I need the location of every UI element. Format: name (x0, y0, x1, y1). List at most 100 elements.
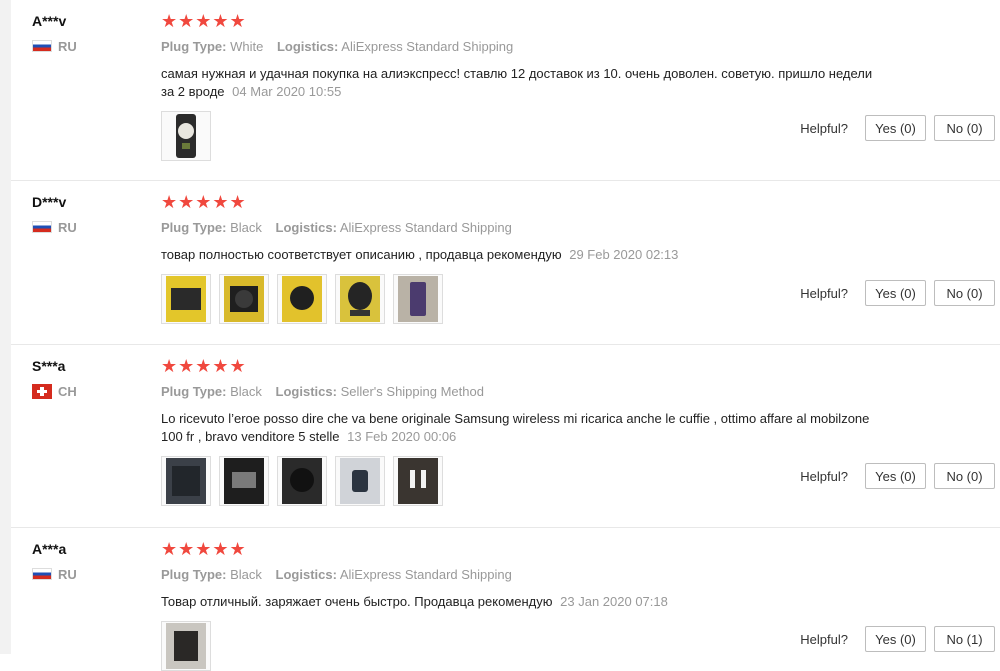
reviewer-country: RU (32, 38, 152, 54)
review-content: ★★★★★ Plug Type: White Logistics: AliExp… (161, 12, 881, 161)
plug-type-label: Plug Type: (161, 384, 227, 399)
country-code: RU (58, 566, 77, 582)
review-text: самая нужная и удачная покупка на алиэкс… (161, 65, 881, 101)
charger-photo-icon (166, 458, 206, 504)
plug-type-label: Plug Type: (161, 39, 227, 54)
no-vote-button[interactable]: No (0) (934, 115, 995, 141)
logistics-label: Logistics: (275, 567, 337, 582)
reviewer-info: S***a CH (32, 357, 152, 399)
review-body: Товар отличный. заряжает очень быстро. П… (161, 594, 553, 609)
yes-vote-button[interactable]: Yes (0) (865, 115, 926, 141)
review-item: D***v RU ★★★★★ Plug Type: Black Logistic… (11, 181, 1000, 345)
country-code: CH (58, 383, 77, 399)
logistics-value: Seller's Shipping Method (340, 384, 484, 399)
helpful-vote: Helpful? Yes (0) No (0) (800, 115, 995, 141)
review-photo-thumbnail[interactable] (393, 456, 443, 506)
helpful-label: Helpful? (800, 631, 848, 647)
phone-photo-icon (398, 276, 438, 322)
reviewer-info: A***v RU (32, 12, 152, 54)
helpful-label: Helpful? (800, 285, 848, 301)
order-attributes: Plug Type: Black Logistics: Seller's Shi… (161, 384, 881, 400)
russia-flag-icon (32, 40, 52, 52)
review-content: ★★★★★ Plug Type: Black Logistics: Seller… (161, 357, 881, 506)
reviewer-name: S***a (32, 358, 66, 374)
review-item: S***a CH ★★★★★ Plug Type: Black Logistic… (11, 345, 1000, 528)
reviewer-country: CH (32, 383, 152, 399)
logistics-label: Logistics: (275, 384, 337, 399)
russia-flag-icon (32, 568, 52, 580)
order-attributes: Plug Type: Black Logistics: AliExpress S… (161, 567, 881, 583)
review-date: 13 Feb 2020 00:06 (347, 429, 457, 444)
left-gutter (0, 0, 11, 654)
plug-type-label: Plug Type: (161, 567, 227, 582)
logistics-value: AliExpress Standard Shipping (341, 39, 514, 54)
charger-photo-icon (282, 458, 322, 504)
review-date: 04 Mar 2020 10:55 (232, 84, 342, 99)
review-photo-thumbnail[interactable] (219, 456, 269, 506)
plug-type-value: White (230, 39, 264, 54)
yes-vote-button[interactable]: Yes (0) (865, 280, 926, 306)
yes-vote-button[interactable]: Yes (0) (865, 463, 926, 489)
yes-vote-button[interactable]: Yes (0) (865, 626, 926, 652)
box-photo-icon (224, 458, 264, 504)
review-photos (161, 274, 881, 324)
review-text: Lo ricevuto l’eroe posso dire che va ben… (161, 410, 881, 446)
review-item: A***v RU ★★★★★ Plug Type: White Logistic… (11, 0, 1000, 181)
review-photo-thumbnail[interactable] (277, 456, 327, 506)
country-code: RU (58, 38, 77, 54)
logistics-value: AliExpress Standard Shipping (339, 567, 512, 582)
reviewer-country: RU (32, 219, 152, 235)
helpful-label: Helpful? (800, 120, 848, 136)
reviewer-info: A***a RU (32, 540, 152, 582)
no-vote-button[interactable]: No (1) (934, 626, 995, 652)
review-photo-thumbnail[interactable] (393, 274, 443, 324)
earbuds-photo-icon (398, 458, 438, 504)
box-photo-icon (166, 623, 206, 669)
order-attributes: Plug Type: Black Logistics: AliExpress S… (161, 220, 881, 236)
no-vote-button[interactable]: No (0) (934, 463, 995, 489)
star-rating: ★★★★★ (161, 356, 247, 376)
reviewer-name: A***a (32, 541, 67, 557)
review-body: товар полностью соответствует описанию ,… (161, 247, 562, 262)
review-content: ★★★★★ Plug Type: Black Logistics: AliExp… (161, 540, 881, 671)
star-rating: ★★★★★ (161, 11, 247, 31)
charger-stand-photo-icon (340, 276, 380, 322)
helpful-vote: Helpful? Yes (0) No (1) (800, 626, 995, 652)
review-photos (161, 111, 881, 161)
review-content: ★★★★★ Plug Type: Black Logistics: AliExp… (161, 193, 881, 324)
review-text: товар полностью соответствует описанию ,… (161, 246, 881, 264)
review-photos (161, 456, 881, 506)
review-date: 29 Feb 2020 02:13 (569, 247, 679, 262)
reviewer-info: D***v RU (32, 193, 152, 235)
no-vote-button[interactable]: No (0) (934, 280, 995, 306)
review-photo-thumbnail[interactable] (161, 274, 211, 324)
charger-photo-icon (224, 276, 264, 322)
review-photo-thumbnail[interactable] (161, 456, 211, 506)
russia-flag-icon (32, 221, 52, 233)
review-photos (161, 621, 881, 671)
reviewer-country: RU (32, 566, 152, 582)
adapter-photo-icon (340, 458, 380, 504)
plug-type-label: Plug Type: (161, 220, 227, 235)
review-date: 23 Jan 2020 07:18 (560, 594, 668, 609)
review-item: A***a RU ★★★★★ Plug Type: Black Logistic… (11, 528, 1000, 671)
review-photo-thumbnail[interactable] (335, 274, 385, 324)
helpful-label: Helpful? (800, 468, 848, 484)
review-photo-thumbnail[interactable] (161, 621, 211, 671)
order-attributes: Plug Type: White Logistics: AliExpress S… (161, 39, 881, 55)
review-photo-thumbnail[interactable] (161, 111, 211, 161)
plug-type-value: Black (230, 384, 262, 399)
logistics-value: AliExpress Standard Shipping (339, 220, 512, 235)
switzerland-flag-icon (32, 383, 52, 399)
review-photo-thumbnail[interactable] (277, 274, 327, 324)
phone-photo-icon (176, 114, 196, 158)
review-photo-thumbnail[interactable] (335, 456, 385, 506)
review-photo-thumbnail[interactable] (219, 274, 269, 324)
box-photo-icon (166, 276, 206, 322)
review-text: Товар отличный. заряжает очень быстро. П… (161, 593, 881, 611)
reviewer-name: D***v (32, 194, 67, 210)
plug-type-value: Black (230, 567, 262, 582)
logistics-label: Logistics: (276, 39, 339, 54)
plug-type-value: Black (230, 220, 262, 235)
review-body: Lo ricevuto l’eroe posso dire che va ben… (161, 411, 870, 444)
